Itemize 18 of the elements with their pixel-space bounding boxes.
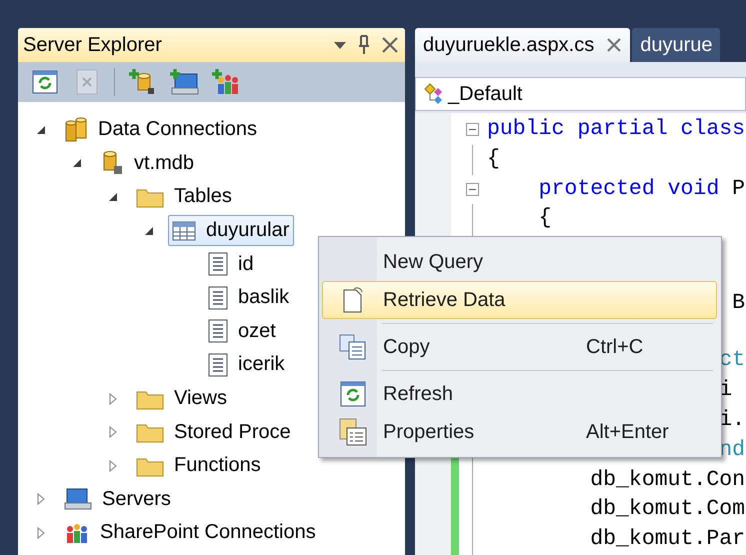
menu-item-label: Copy xyxy=(383,336,431,358)
menu-item-label: Refresh xyxy=(383,382,454,406)
code-line: db_komut.Com xyxy=(590,497,746,522)
menu-item-label: Properties xyxy=(383,420,476,444)
code-line: db_komut.Con xyxy=(590,468,746,492)
code-line: i xyxy=(719,378,732,402)
menu-item-label: Retrieve Data xyxy=(383,288,506,312)
shortcut-label: Ctrl+C xyxy=(586,336,644,358)
code-line: { xyxy=(538,206,552,230)
shortcut-label: Alt+Enter xyxy=(586,420,670,444)
code-line: { xyxy=(487,146,500,171)
code-line: db_komut.Par xyxy=(590,527,746,552)
menu-item-label: New Query xyxy=(383,250,484,274)
code-line: public partial class xyxy=(487,117,746,141)
panel-title: Server Explorer xyxy=(23,34,163,56)
code-line: i. xyxy=(719,408,746,432)
code-line: protected void P xyxy=(538,176,746,201)
code-line: B xyxy=(732,291,746,316)
